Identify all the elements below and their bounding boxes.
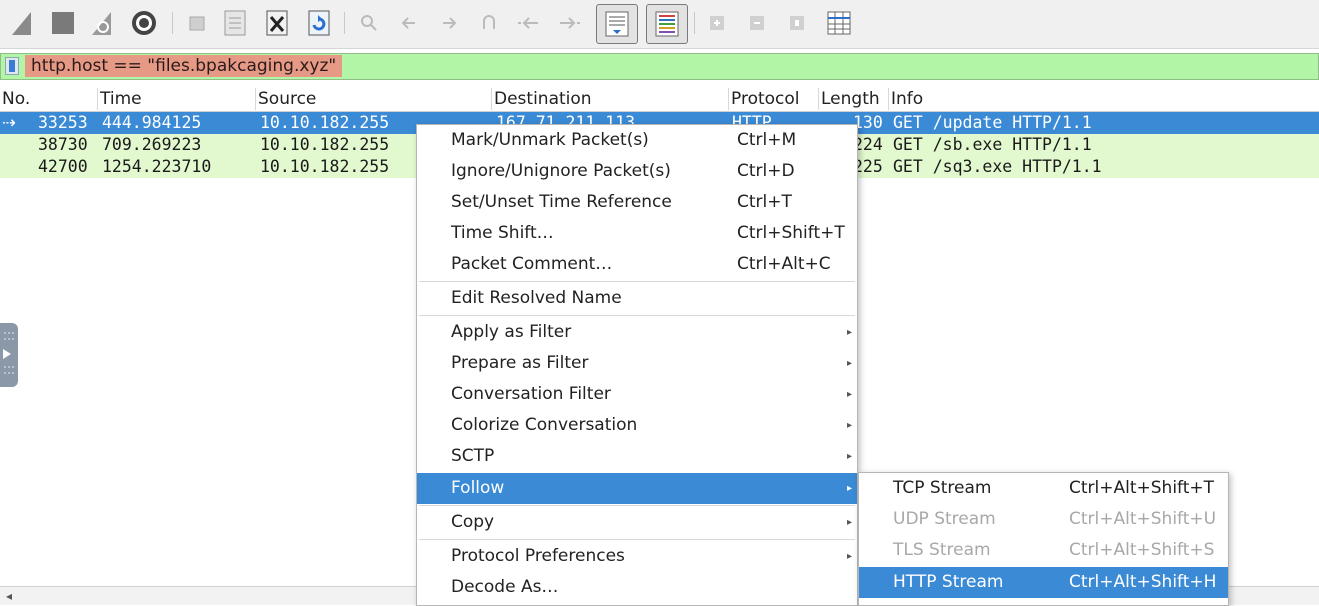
packet-source: 10.10.182.255 [260,157,390,176]
follow-submenu: TCP Stream Ctrl+Alt+Shift+T UDP Stream Ctr… [858,472,1229,606]
submenu-arrow-icon: ▸ [847,483,853,494]
normal-size-icon[interactable] [780,6,814,40]
menu-separator [419,281,855,282]
menu-item-decode-as[interactable]: Decode As… [417,572,857,603]
submenu-item-http-stream[interactable]: HTTP Stream Ctrl+Alt+Shift+H [859,567,1228,598]
go-back-icon[interactable] [392,6,426,40]
column-header-protocol[interactable]: Protocol [729,88,819,110]
find-packet-icon[interactable] [352,6,386,40]
menu-item-mark-unmark[interactable]: Mark/Unmark Packet(s) Ctrl+M [417,125,857,156]
column-header-time[interactable]: Time [98,88,256,110]
packet-info: GET /update HTTP/1.1 [893,113,1092,132]
menu-item-ignore-unignore[interactable]: Ignore/Unignore Packet(s) Ctrl+D [417,156,857,187]
zoom-in-icon[interactable] [700,6,734,40]
open-file-icon[interactable] [180,6,214,40]
shark-fin-start-icon[interactable] [6,6,40,40]
packet-no: 42700 [38,157,88,176]
submenu-arrow-icon: ▸ [847,551,853,562]
packet-no: 38730 [38,135,88,154]
sidebar-toggle-handle[interactable] [0,323,18,387]
packet-time: 444.984125 [102,113,202,132]
stop-square-icon[interactable] [46,6,80,40]
menu-item-protocol-preferences[interactable]: Protocol Preferences ▸ [417,541,857,572]
related-packet-arrow-icon: ⇢ [2,113,16,132]
submenu-arrow-icon: ▸ [847,389,853,400]
go-to-packet-icon[interactable] [472,6,506,40]
resize-columns-icon[interactable] [822,6,856,40]
menu-item-edit-resolved-name[interactable]: Edit Resolved Name [417,283,857,314]
filter-bookmark-icon[interactable] [5,57,19,75]
menu-item-colorize-conversation[interactable]: Colorize Conversation ▸ [417,410,857,441]
packet-info: GET /sb.exe HTTP/1.1 [893,135,1092,154]
packet-list-header: No. Time Source Destination Protocol Len… [0,88,1319,112]
submenu-item-tcp-stream[interactable]: TCP Stream Ctrl+Alt+Shift+T [859,473,1228,504]
column-header-no[interactable]: No. [0,88,98,110]
auto-scroll-icon[interactable] [596,4,638,44]
menu-item-follow[interactable]: Follow ▸ [417,473,857,504]
packet-source: 10.10.182.255 [260,113,390,132]
menu-separator [419,315,855,316]
close-file-icon[interactable] [260,6,294,40]
display-filter-bar[interactable]: http.host == "files.bpakcaging.xyz" [0,53,1319,80]
column-header-length[interactable]: Length [819,88,889,110]
packet-no: 33253 [38,113,88,132]
display-filter-input[interactable]: http.host == "files.bpakcaging.xyz" [25,55,343,77]
main-toolbar [0,0,1319,49]
submenu-arrow-icon: ▸ [847,327,853,338]
menu-item-copy[interactable]: Copy ▸ [417,507,857,538]
column-header-source[interactable]: Source [256,88,492,110]
menu-item-prepare-as-filter[interactable]: Prepare as Filter ▸ [417,348,857,379]
save-file-icon[interactable] [218,6,252,40]
scroll-left-arrow-icon[interactable]: ◂ [6,587,12,605]
menu-item-apply-as-filter[interactable]: Apply as Filter ▸ [417,317,857,348]
menu-separator [419,505,855,506]
first-packet-icon[interactable] [512,6,546,40]
packet-time: 1254.223710 [102,157,212,176]
submenu-arrow-icon: ▸ [847,451,853,462]
menu-item-time-shift[interactable]: Time Shift… Ctrl+Shift+T [417,218,857,249]
restart-shark-fin-icon[interactable] [86,6,120,40]
submenu-arrow-icon: ▸ [847,420,853,431]
submenu-item-udp-stream: UDP Stream Ctrl+Alt+Shift+U [893,509,1217,529]
menu-item-packet-comment[interactable]: Packet Comment… Ctrl+Alt+C [417,249,857,280]
go-forward-icon[interactable] [432,6,466,40]
submenu-arrow-icon: ▸ [847,358,853,369]
submenu-arrow-icon: ▸ [847,517,853,528]
column-header-destination[interactable]: Destination [492,88,729,110]
last-packet-icon[interactable] [552,6,586,40]
packet-time: 709.269223 [102,135,202,154]
menu-item-time-reference[interactable]: Set/Unset Time Reference Ctrl+T [417,187,857,218]
submenu-item-tls-stream: TLS Stream Ctrl+Alt+Shift+S [893,540,1215,560]
zoom-out-icon[interactable] [740,6,774,40]
menu-separator [419,539,855,540]
packet-info: GET /sq3.exe HTTP/1.1 [893,157,1102,176]
column-header-info[interactable]: Info [889,88,1319,110]
menu-item-sctp[interactable]: SCTP ▸ [417,441,857,472]
colorize-icon[interactable] [646,4,688,44]
packet-context-menu: Mark/Unmark Packet(s) Ctrl+M Ignore/Unign… [416,124,858,606]
packet-source: 10.10.182.255 [260,135,390,154]
capture-options-gear-icon[interactable] [127,6,161,40]
menu-item-conversation-filter[interactable]: Conversation Filter ▸ [417,379,857,410]
reload-file-icon[interactable] [302,6,336,40]
